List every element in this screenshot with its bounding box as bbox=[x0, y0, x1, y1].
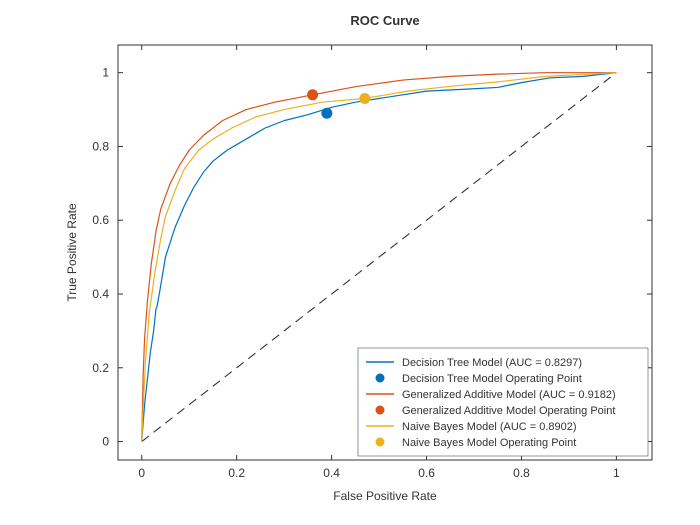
legend-label: Naive Bayes Model (AUC = 0.8902) bbox=[402, 421, 577, 433]
y-tick-label: 0 bbox=[102, 435, 109, 449]
y-tick-label: 0.6 bbox=[92, 213, 109, 227]
legend-label: Generalized Additive Model Operating Poi… bbox=[402, 405, 615, 417]
legend-label: Generalized Additive Model (AUC = 0.9182… bbox=[402, 389, 616, 401]
y-tick-label: 0.8 bbox=[92, 139, 109, 153]
legend-label: Decision Tree Model (AUC = 0.8297) bbox=[402, 357, 582, 369]
operating-point-dt bbox=[321, 108, 332, 119]
x-tick-label: 1 bbox=[613, 466, 620, 480]
y-tick-label: 0.2 bbox=[92, 361, 109, 375]
x-tick-label: 0.8 bbox=[513, 466, 530, 480]
y-tick-label: 1 bbox=[102, 66, 109, 80]
operating-point-nb bbox=[359, 93, 370, 104]
legend-label: Decision Tree Model Operating Point bbox=[402, 373, 582, 385]
y-axis-label: True Positive Rate bbox=[65, 203, 79, 302]
legend-swatch bbox=[376, 374, 385, 383]
x-tick-label: 0 bbox=[138, 466, 145, 480]
x-tick-label: 0.2 bbox=[228, 466, 245, 480]
legend-swatch bbox=[376, 406, 385, 415]
legend-label: Naive Bayes Model Operating Point bbox=[402, 437, 576, 449]
x-axis-label: False Positive Rate bbox=[333, 489, 437, 503]
x-tick-label: 0.6 bbox=[418, 466, 435, 480]
y-tick-label: 0.4 bbox=[92, 287, 109, 301]
x-tick-label: 0.4 bbox=[323, 466, 340, 480]
chart-title: ROC Curve bbox=[350, 13, 419, 28]
operating-point-gam bbox=[307, 89, 318, 100]
legend-swatch bbox=[376, 438, 385, 447]
legend: Decision Tree Model (AUC = 0.8297) Decisi… bbox=[358, 348, 648, 456]
